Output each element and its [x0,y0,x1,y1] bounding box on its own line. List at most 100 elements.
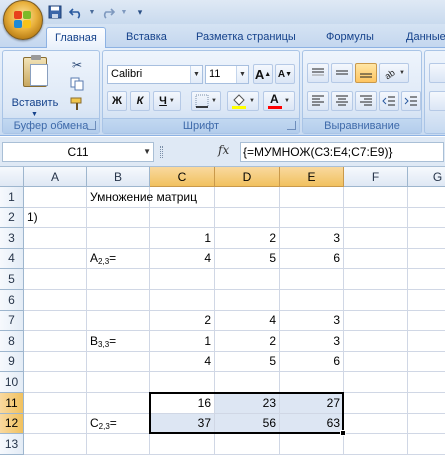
cell-c7[interactable]: 2 [150,311,215,331]
cell-f9[interactable] [344,352,408,372]
cell-b10[interactable] [87,372,150,393]
cell-f7[interactable] [344,311,408,331]
cell-a9[interactable] [24,352,87,372]
underline-button[interactable]: Ч ▼ [153,91,181,111]
align-middle-button[interactable] [331,63,353,83]
align-left-button[interactable] [307,91,329,111]
font-size-select[interactable]: 11 ▼ [205,65,249,84]
row-header-9[interactable]: 9 [0,352,24,372]
tab-insert[interactable]: Вставка [118,27,175,48]
row-header-12[interactable]: 12 [0,414,24,434]
paste-button[interactable]: Вставить ▼ [9,55,61,118]
cell-c1[interactable] [150,187,215,208]
cell-f1[interactable] [344,187,408,208]
cell-c11[interactable]: 16 [150,393,215,414]
cell-b7[interactable] [87,311,150,331]
cell-f5[interactable] [344,269,408,290]
cell-e2[interactable] [280,208,344,228]
column-header-c[interactable]: C [150,167,215,187]
row-header-5[interactable]: 5 [0,269,24,290]
cell-d6[interactable] [215,290,280,311]
undo-dropdown-icon[interactable]: ▼ [88,4,96,21]
cell-d12[interactable]: 56 [215,414,280,434]
cell-e9[interactable]: 6 [280,352,344,372]
cell-c3[interactable]: 1 [150,228,215,249]
office-button[interactable] [3,0,43,40]
customize-icon[interactable]: ▾ [131,4,149,21]
cell-g9[interactable] [408,352,445,372]
row-header-11[interactable]: 11 [0,393,24,414]
cell-g2[interactable] [408,208,445,228]
cell-a10[interactable] [24,372,87,393]
cell-b1[interactable]: Умножение матриц [87,187,197,208]
cell-d10[interactable] [215,372,280,393]
cell-c8[interactable]: 1 [150,331,215,352]
cell-c12[interactable]: 37 [150,414,215,434]
borders-button[interactable]: ▼ [191,91,221,111]
column-header-d[interactable]: D [215,167,280,187]
cell-e11[interactable]: 27 [280,393,344,414]
column-header-g[interactable]: G [408,167,445,187]
copy-icon[interactable] [69,77,85,93]
cell-a4[interactable] [24,249,87,269]
cell-b2[interactable] [87,208,150,228]
tab-formulas[interactable]: Формулы [318,27,382,48]
cell-c5[interactable] [150,269,215,290]
cell-g8[interactable] [408,331,445,352]
font-name-select[interactable]: Calibri ▼ [107,65,203,84]
cell-e10[interactable] [280,372,344,393]
font-color-button[interactable]: A ▼ [263,91,295,111]
cell-a12[interactable] [24,414,87,434]
row-header-13[interactable]: 13 [0,434,24,455]
cell-e6[interactable] [280,290,344,311]
cell-d7[interactable]: 4 [215,311,280,331]
cell-c2[interactable] [150,208,215,228]
tab-data[interactable]: Данные [398,27,445,48]
cell-d4[interactable]: 5 [215,249,280,269]
tab-home[interactable]: Главная [46,27,106,48]
column-header-f[interactable]: F [344,167,408,187]
cell-b8[interactable]: B3,3= [87,331,150,352]
cell-f11[interactable] [344,393,408,414]
cell-b11[interactable] [87,393,150,414]
cell-e5[interactable] [280,269,344,290]
cell-g7[interactable] [408,311,445,331]
redo-dropdown-icon[interactable]: ▼ [120,4,128,21]
column-header-b[interactable]: B [87,167,150,187]
cell-g12[interactable] [408,414,445,434]
merge-cells-button[interactable] [429,91,445,111]
column-header-a[interactable]: A [24,167,87,187]
cell-d2[interactable] [215,208,280,228]
cell-g4[interactable] [408,249,445,269]
cell-e13[interactable] [280,434,344,455]
cell-f6[interactable] [344,290,408,311]
redo-icon[interactable] [99,4,117,21]
row-header-1[interactable]: 1 [0,187,24,208]
font-launcher-icon[interactable] [287,121,296,130]
align-center-button[interactable] [331,91,353,111]
cell-a13[interactable] [24,434,87,455]
row-header-4[interactable]: 4 [0,249,24,269]
cell-a2[interactable]: 1) [24,208,87,228]
italic-button[interactable]: К [130,91,150,111]
cell-f8[interactable] [344,331,408,352]
format-painter-icon[interactable] [69,97,85,113]
name-box[interactable]: C11 ▼ [2,142,154,162]
cell-c13[interactable] [150,434,215,455]
cell-b12[interactable]: C2,3= [87,414,150,434]
cell-d11[interactable]: 23 [215,393,280,414]
cell-g11[interactable] [408,393,445,414]
cell-c6[interactable] [150,290,215,311]
cell-c9[interactable]: 4 [150,352,215,372]
formula-bar-splitter[interactable] [160,146,163,158]
cell-a1[interactable] [24,187,87,208]
clipboard-launcher-icon[interactable] [87,121,96,130]
tab-page-layout[interactable]: Разметка страницы [188,27,304,48]
cell-a11[interactable] [24,393,87,414]
cell-d5[interactable] [215,269,280,290]
row-header-2[interactable]: 2 [0,208,24,228]
align-bottom-button[interactable] [355,63,377,83]
cell-g5[interactable] [408,269,445,290]
cell-a5[interactable] [24,269,87,290]
cell-f3[interactable] [344,228,408,249]
